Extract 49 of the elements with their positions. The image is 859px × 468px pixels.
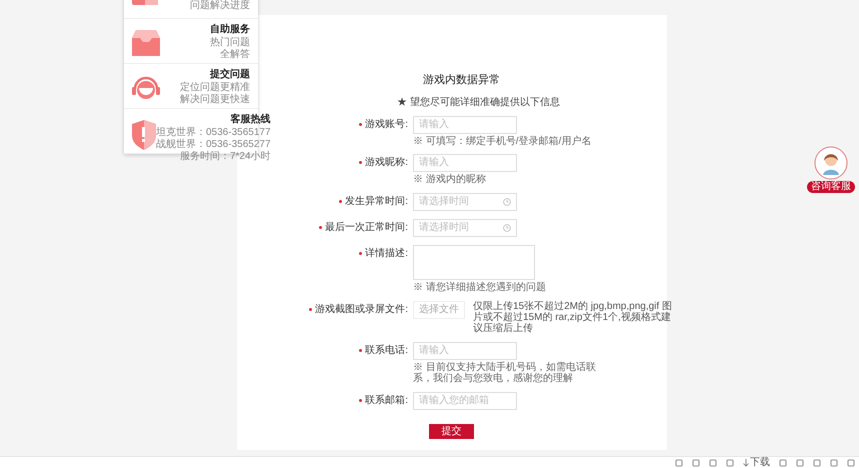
- item-title[interactable]: 客服热线: [230, 114, 271, 126]
- form-title: 游戏内数据异常: [423, 73, 501, 88]
- download-arrow-icon: [743, 458, 749, 466]
- field-hint: ※ 目前仅支持大陆手机号码，如需电话联系，我们会与您致电，感谢您的理解: [413, 362, 597, 384]
- field-label: 游戏昵称:: [365, 156, 408, 170]
- toolbar-icon[interactable]: [726, 458, 734, 466]
- item-text: 热门问题: [210, 37, 250, 49]
- field-label: 游戏截图或录屏文件:: [315, 302, 408, 317]
- field-hint: ※ 可填写：绑定手机号/登录邮箱/用户名: [413, 136, 592, 146]
- textarea-field[interactable]: [413, 244, 535, 280]
- toolbar-icon[interactable]: [692, 458, 700, 466]
- upload-hint: 仅限上传15张不超过2M的 jpg,bmp,png,gif 图片或不超过15M的 rar,zip文件1个,视频格式建议压缩后上传: [473, 300, 673, 334]
- input-field[interactable]: 请输入: [413, 154, 517, 172]
- toolbar-icon[interactable]: [813, 458, 821, 466]
- input-field[interactable]: 请输入您的邮箱: [413, 392, 517, 410]
- item-text: 战舰世界：0536-3565277: [156, 139, 271, 150]
- support-avatar-icon[interactable]: [814, 146, 848, 180]
- toolbar-icon[interactable]: [796, 458, 804, 466]
- consult-support-button[interactable]: 咨询客服: [807, 181, 855, 193]
- toolbar-icon[interactable]: [675, 458, 683, 466]
- item-title[interactable]: 自助服务: [210, 24, 250, 36]
- field-label: 详情描述:: [365, 246, 408, 261]
- item-text: 解决问题更快速: [180, 94, 250, 106]
- download-button[interactable]: 下载: [743, 458, 770, 468]
- toolbar-icon[interactable]: [830, 458, 838, 466]
- field-label: 联系电话:: [365, 344, 408, 358]
- clock-icon: [503, 198, 511, 206]
- item-text: 定位问题更精准: [180, 82, 250, 94]
- form-notice: ★ 望您尽可能详细准确提供以下信息: [397, 96, 561, 110]
- shield-alert-icon: [132, 120, 156, 150]
- field-hint: ※ 请您详细描述您遇到的问题: [413, 282, 547, 292]
- field-hint: ※ 游戏内的昵称: [413, 174, 487, 184]
- field-label: 游戏账号:: [365, 118, 408, 132]
- item-text: 坦克世界：0536-3565177: [156, 127, 271, 138]
- toolbar-icon[interactable]: [709, 458, 717, 466]
- clock-icon: [503, 224, 511, 232]
- input-field[interactable]: 请输入: [413, 342, 517, 360]
- toolbar-icon[interactable]: [847, 458, 855, 466]
- inbox-icon: [132, 30, 160, 56]
- item-text: 服务时间：7*24小时: [180, 151, 271, 163]
- field-label: 最后一次正常时间:: [325, 220, 408, 235]
- field-label: 联系邮箱:: [365, 394, 408, 408]
- headset-icon: [132, 75, 160, 101]
- item-title[interactable]: 提交问题: [210, 69, 250, 81]
- input-field[interactable]: 请输入: [413, 116, 517, 134]
- item-text: 全解答: [220, 49, 250, 61]
- field-label: 发生异常时间:: [345, 194, 408, 209]
- submit-button[interactable]: 提交: [429, 424, 474, 438]
- toolbar-icon[interactable]: [779, 458, 787, 466]
